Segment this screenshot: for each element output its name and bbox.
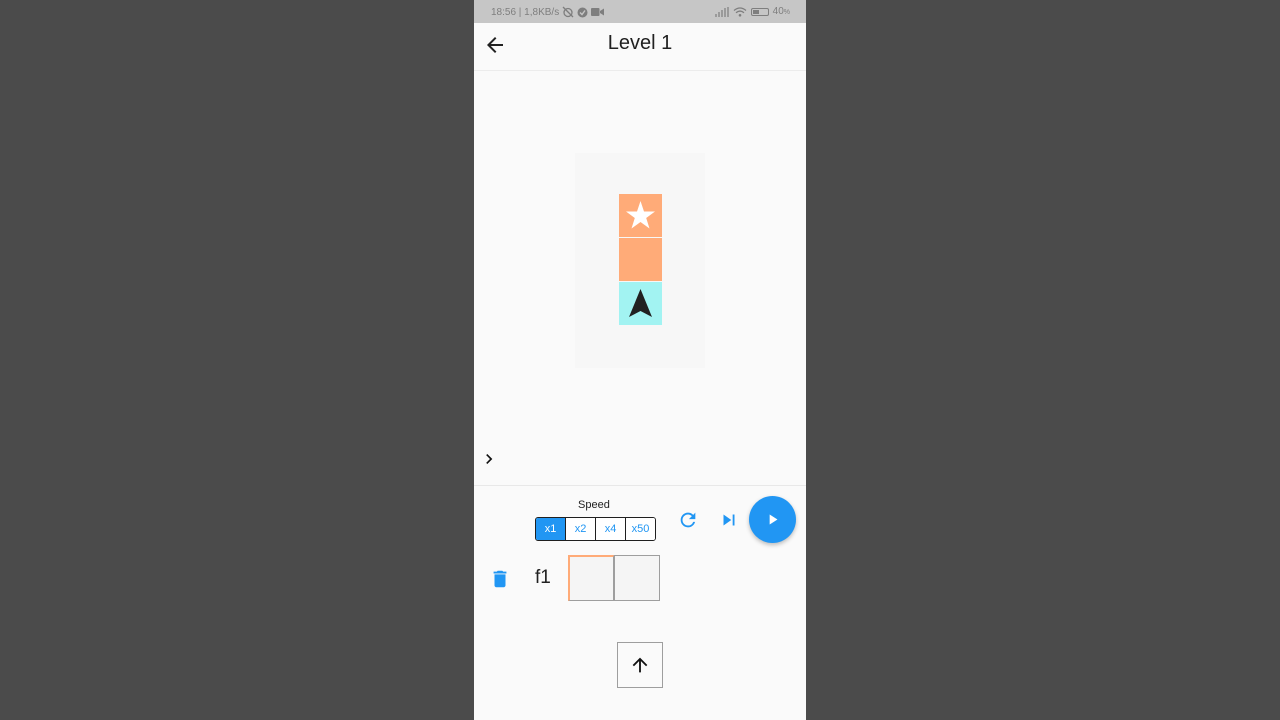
- function-label: f1: [535, 567, 551, 588]
- panel-divider: [474, 485, 806, 486]
- navigation-arrow-icon: [629, 289, 652, 317]
- phone-screen: 18:56 | 1,8KB/s 40% Level 1 Speed x1 x2 …: [474, 0, 806, 720]
- battery-percent: 40%: [772, 6, 790, 17]
- signal-icon: [714, 6, 729, 17]
- alarm-off-icon: [562, 6, 574, 18]
- arrow-up-icon: [632, 657, 648, 673]
- speed-option-x1[interactable]: x1: [536, 518, 566, 540]
- speed-option-x50[interactable]: x50: [626, 518, 655, 540]
- star-icon: [626, 201, 655, 229]
- program-slot-2[interactable]: [614, 555, 660, 601]
- battery-level: [752, 9, 759, 14]
- speed-selector: x1 x2 x4 x50: [535, 517, 656, 541]
- speed-option-x2[interactable]: x2: [566, 518, 596, 540]
- status-right: 40%: [714, 6, 790, 17]
- status-time-speed: 18:56 | 1,8KB/s: [491, 6, 560, 18]
- video-camera-icon: [591, 8, 605, 16]
- trash-icon[interactable]: [489, 568, 511, 590]
- speed-label: Speed: [578, 499, 610, 511]
- program-slot-1[interactable]: [568, 555, 614, 601]
- board-cell-path: [619, 238, 662, 281]
- battery-value: 40: [772, 6, 784, 17]
- status-bar: 18:56 | 1,8KB/s 40%: [474, 0, 806, 23]
- chevron-right-icon[interactable]: [479, 449, 499, 469]
- page-title: Level 1: [607, 32, 673, 54]
- speed-option-x4[interactable]: x4: [596, 518, 626, 540]
- play-icon: [769, 514, 778, 525]
- skip-next-icon[interactable]: [718, 509, 740, 531]
- check-circle-icon: [577, 7, 588, 17]
- game-board: [575, 153, 705, 368]
- app-bar: Level 1: [474, 23, 806, 71]
- wifi-icon: [733, 6, 747, 17]
- board-cell-start: [619, 282, 662, 325]
- play-button[interactable]: [749, 496, 796, 543]
- status-left: 18:56 | 1,8KB/s: [491, 6, 605, 18]
- board-cell-goal: [619, 194, 662, 237]
- battery-icon: [750, 7, 769, 16]
- forward-command-button[interactable]: [617, 642, 663, 688]
- refresh-icon[interactable]: [677, 509, 699, 531]
